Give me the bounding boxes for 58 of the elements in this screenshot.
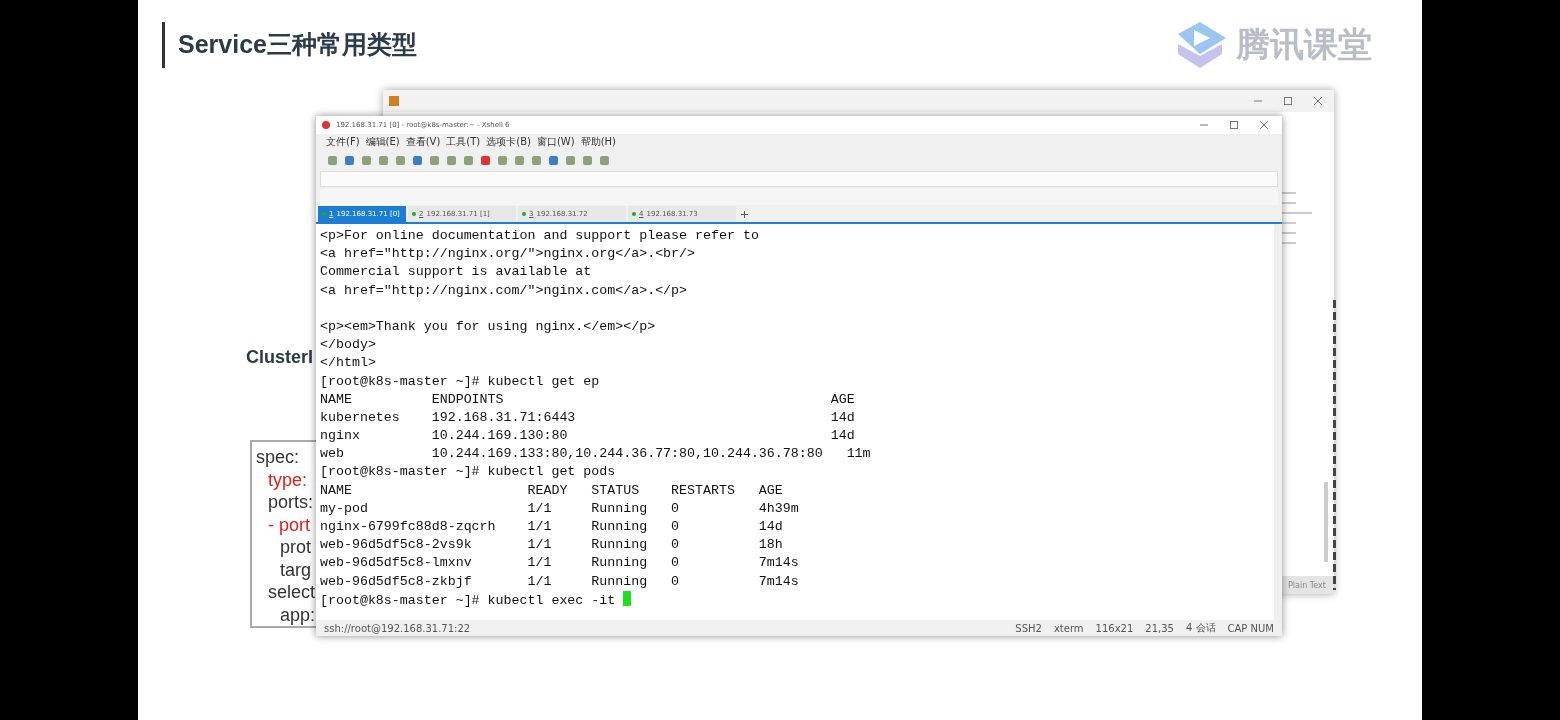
scrollbar[interactable]: [1274, 224, 1282, 620]
maximize-icon[interactable]: [1284, 97, 1292, 105]
terminal-line: [root@k8s-master ~]# kubectl get ep: [320, 372, 601, 391]
menu-item[interactable]: 帮助(H): [580, 135, 616, 149]
title-rule: [162, 22, 165, 68]
minimize-icon[interactable]: [1200, 121, 1208, 129]
terminal-line: </html>: [320, 354, 377, 373]
close-icon[interactable]: [1314, 97, 1322, 105]
terminal-line: kubernetes 192.168.31.71:6443 14d: [320, 408, 856, 427]
status-item: 4 会话: [1186, 621, 1216, 635]
terminal-line: [root@k8s-master ~]# kubectl get pods: [320, 463, 617, 482]
status-item: CAP NUM: [1227, 622, 1274, 634]
terminal-line: web-96d5df5c8-lmxnv 1/1 Running 0 7m14s: [320, 554, 800, 573]
terminal-line: NAME READY STATUS RESTARTS AGE: [320, 481, 784, 500]
status-item: ssh://root@192.168.31.71:22: [324, 622, 472, 634]
menu-item[interactable]: 文件(F): [326, 135, 360, 149]
menu-item[interactable]: 查看(V): [405, 135, 441, 149]
logo-text: 腾讯课堂: [1236, 23, 1372, 66]
status-item: 116x21: [1095, 622, 1134, 634]
section-heading: ClusterI: [246, 347, 314, 368]
minimize-icon[interactable]: [1254, 97, 1262, 105]
status-item: 21,35: [1145, 622, 1174, 634]
terminal-line: <a href="http://nginx.org/">nginx.org</a>.<br/>: [320, 245, 697, 264]
terminal-line: <p><em>Thank you for using nginx.</em></p>: [320, 317, 657, 336]
app-icon: [322, 121, 330, 129]
status-item: SSH2: [1015, 622, 1042, 634]
terminal-line: web-96d5df5c8-zkbjf 1/1 Running 0 7m14s: [320, 572, 800, 591]
menu-item[interactable]: 窗口(W): [536, 135, 575, 149]
scrollbar[interactable]: [1324, 482, 1328, 562]
code-line: app:: [280, 604, 316, 625]
maximize-icon[interactable]: [1230, 121, 1238, 129]
menu-item[interactable]: 工具(T): [446, 135, 481, 149]
code-line: targ: [280, 559, 312, 580]
terminal-line: <a href="http://nginx.com/">nginx.com</a>.</p>: [320, 281, 689, 300]
status-item: xterm: [1053, 622, 1084, 634]
slide-title: Service三种常用类型: [178, 29, 417, 60]
code-line: select: [268, 582, 316, 602]
code-line: type:: [268, 469, 308, 490]
terminal-line: nginx-6799fc88d8-zqcrh 1/1 Running 0 14d: [320, 518, 784, 536]
terminal-line: </body>: [320, 336, 377, 355]
terminal-line: Commercial support is available at: [320, 263, 593, 282]
add-tab-icon[interactable]: [738, 210, 751, 218]
terminal-line: [root@k8s-master ~]# kubectl exec -it: [320, 590, 1270, 609]
code-line: spec:: [256, 447, 300, 467]
terminal-line: web 10.244.169.133:80,10.244.36.77:80,10.244.36.78:80 11m: [320, 445, 872, 464]
terminal-line: NAME ENDPOINTS AGE: [320, 390, 856, 409]
close-icon[interactable]: [1260, 121, 1268, 129]
terminal-line: web-96d5df5c8-2vs9k 1/1 Running 0 18h: [320, 536, 784, 555]
code-line: prot: [280, 537, 312, 557]
code-line: - port: [268, 514, 310, 535]
syntax-label: Plain Text: [1288, 580, 1326, 590]
terminal-line: nginx 10.244.169.130:80 14d: [320, 427, 856, 446]
app-icon: [389, 96, 399, 106]
code-line: ports:: [268, 492, 314, 512]
menu-item[interactable]: 选项卡(B): [486, 135, 531, 149]
terminal-line: <p>For online documentation and support please refer to: [320, 227, 760, 245]
menu-item[interactable]: 编辑(E): [365, 135, 400, 149]
terminal-line: my-pod 1/1 Running 0 4h39m: [320, 499, 800, 518]
